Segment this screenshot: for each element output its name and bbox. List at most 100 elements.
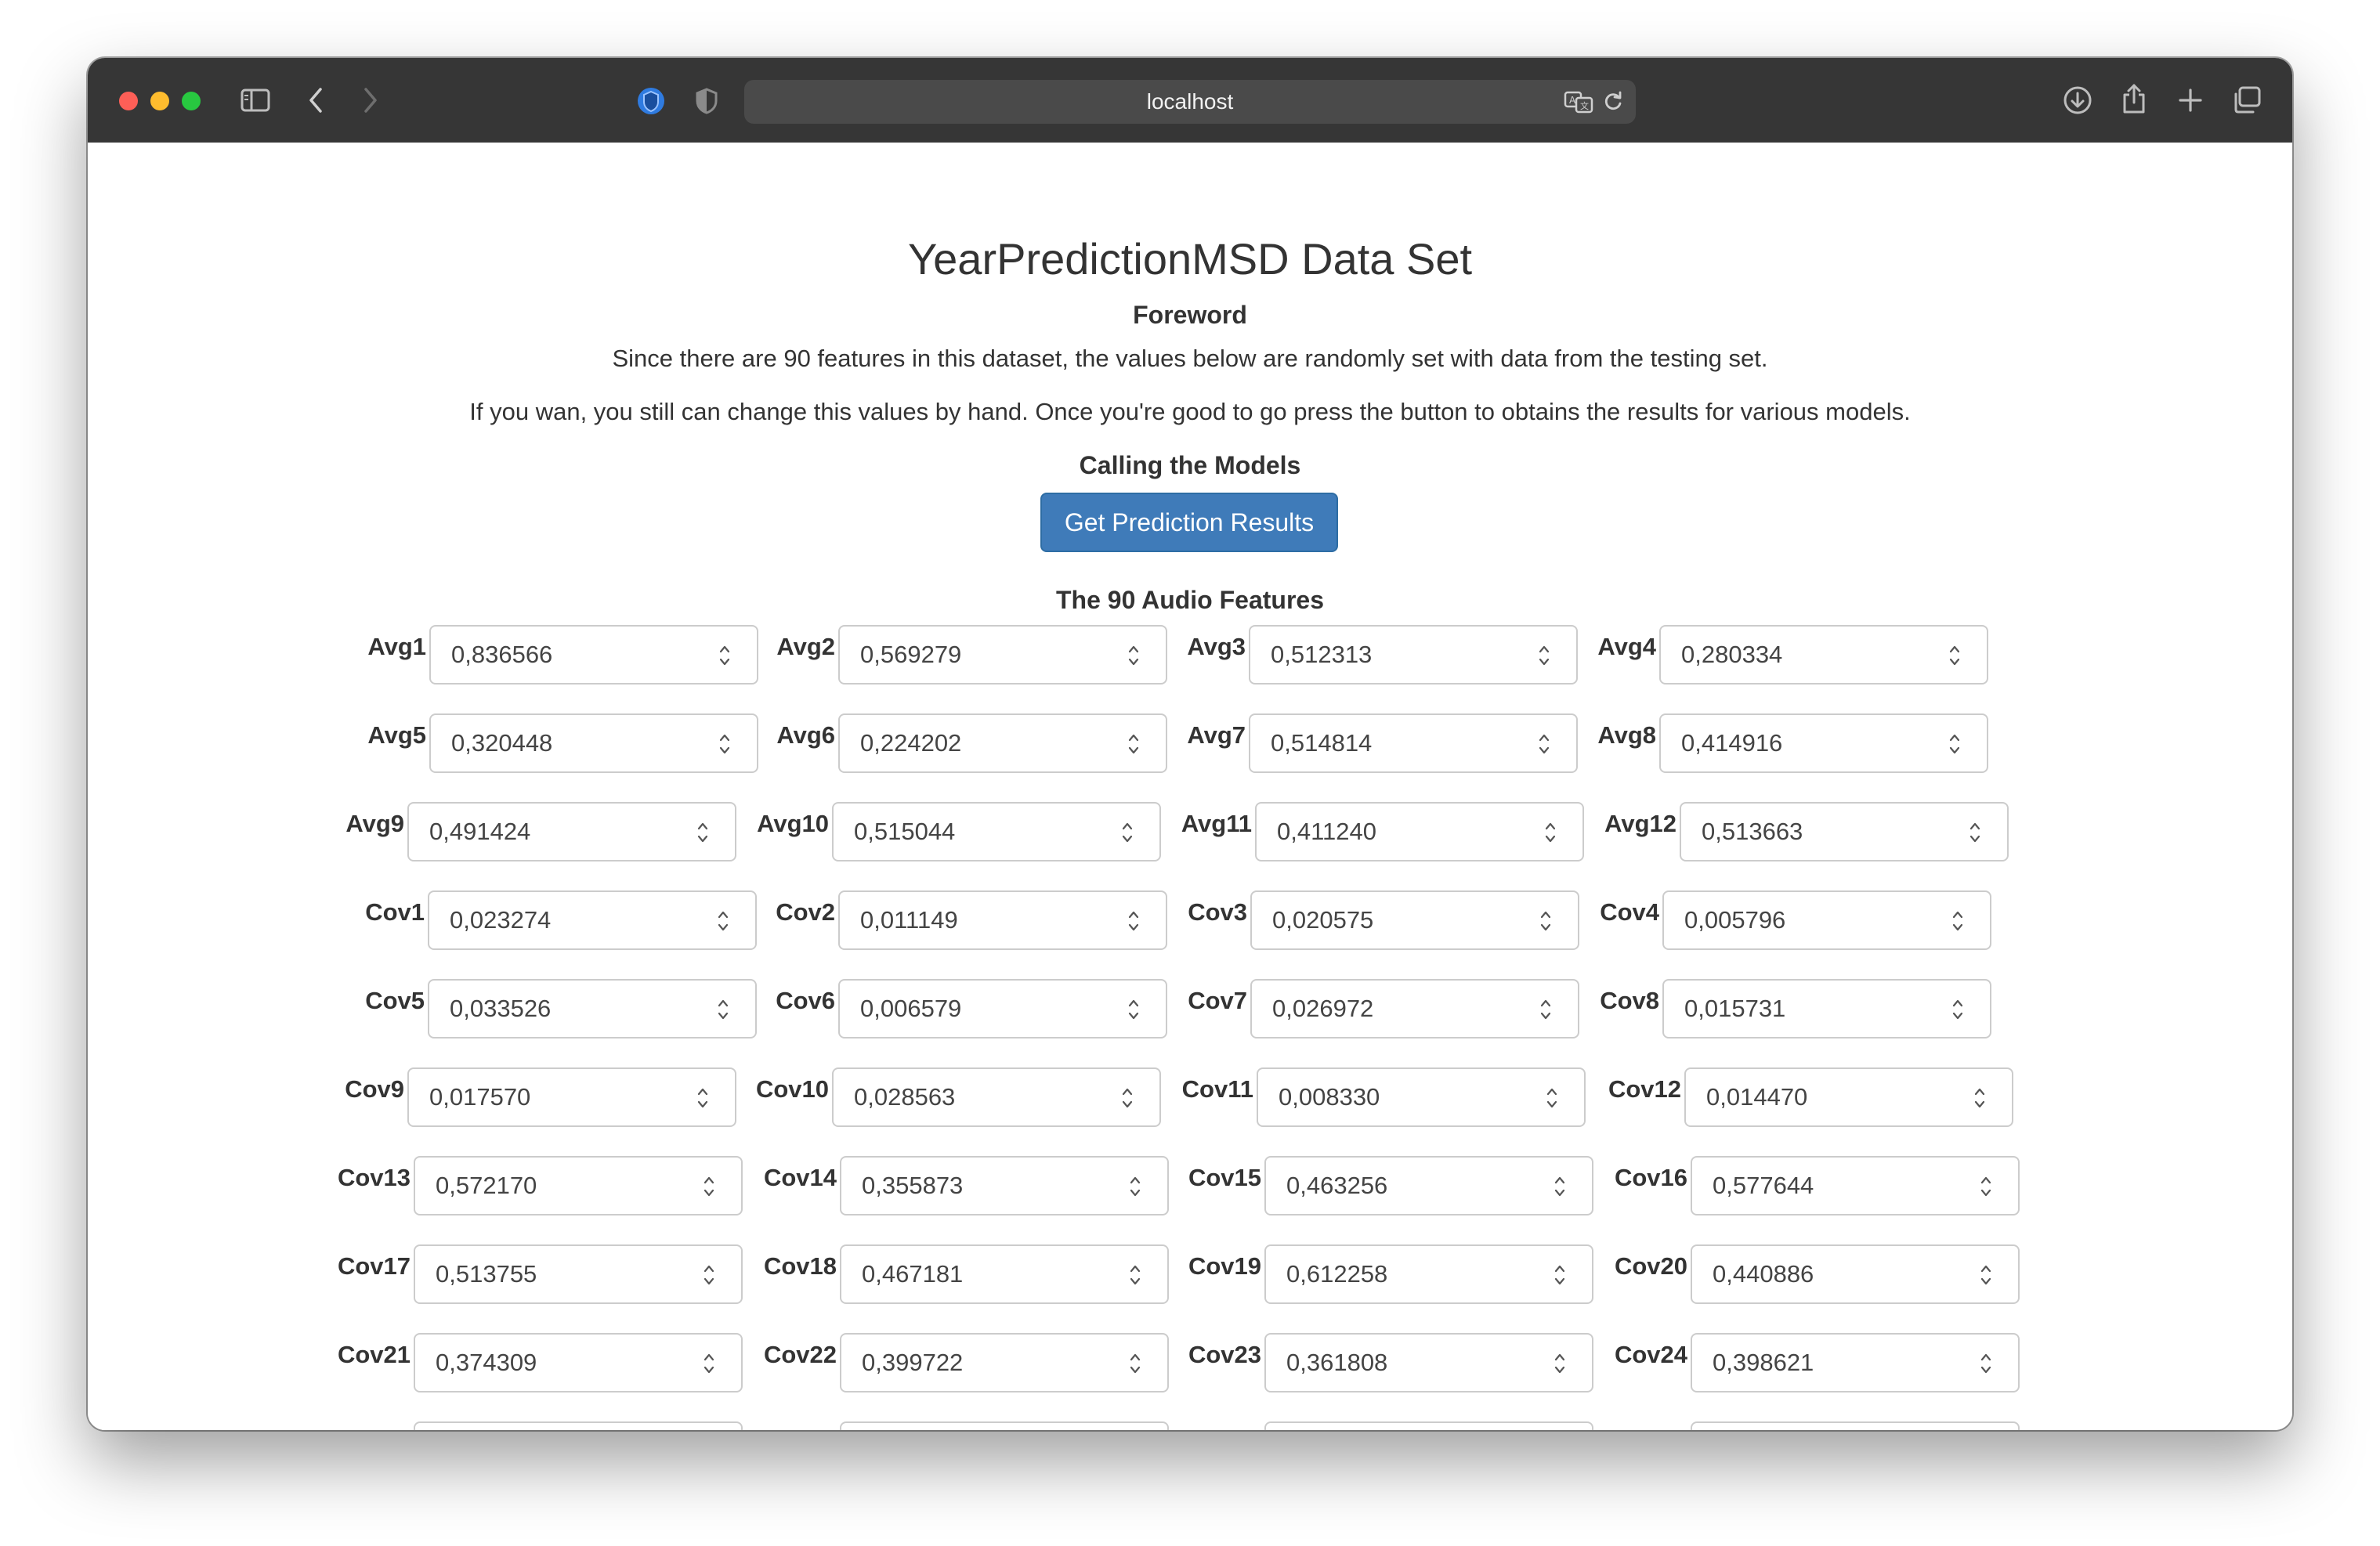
feature-input[interactable]: 0,020575 [1250,890,1579,950]
reload-icon[interactable] [1601,89,1625,114]
stepper-arrows-icon[interactable] [1980,1173,1991,1200]
stepper-arrows-icon[interactable] [1554,1350,1565,1377]
stepper-arrows-icon[interactable] [1949,731,1960,757]
translate-icon[interactable]: A文 [1564,89,1595,114]
feature-input[interactable]: 0,011149 [838,890,1167,950]
stepper-arrows-icon[interactable] [697,1085,708,1111]
feature-input[interactable]: 0,411240 [1255,802,1584,861]
forward-icon[interactable] [359,86,382,114]
feature-input[interactable]: 0,491424 [407,802,736,861]
feature-input[interactable]: 0,028563 [832,1067,1161,1127]
stepper-arrows-icon[interactable] [1128,731,1139,757]
feature-input[interactable]: 0,836566 [429,625,758,685]
stepper-arrows-icon[interactable] [718,908,729,934]
page-content: YearPredictionMSD Data Set Foreword Sinc… [88,143,2292,1430]
feature-input[interactable]: 0,026972 [1250,979,1579,1038]
feature-input[interactable]: 0,513755 [414,1244,743,1304]
stepper-arrows-icon[interactable] [704,1173,714,1200]
feature-input[interactable]: 0,612258 [1264,1244,1593,1304]
feature-input[interactable]: 0,616031 [1264,1421,1593,1430]
feature-input[interactable]: 0,572170 [414,1156,743,1215]
stepper-arrows-icon[interactable] [1122,1085,1133,1111]
feature-label: Cov28 [1615,1429,1687,1430]
feature-input[interactable]: 0,515044 [832,802,1161,861]
feature-input[interactable]: 0,280334 [1659,625,1988,685]
extension-shield-icon[interactable] [635,85,667,117]
feature-input[interactable]: 0,033526 [428,979,757,1038]
back-icon[interactable] [304,86,327,114]
feature-input[interactable]: 0,023274 [428,890,757,950]
close-window-button[interactable] [119,92,138,110]
stepper-arrows-icon[interactable] [1539,642,1550,669]
feature-input[interactable]: 0,017570 [407,1067,736,1127]
stepper-arrows-icon[interactable] [1949,642,1960,669]
stepper-arrows-icon[interactable] [1122,819,1133,846]
stepper-arrows-icon[interactable] [1128,996,1139,1023]
feature-value: 0,513755 [436,1260,537,1288]
stepper-arrows-icon[interactable] [1974,1085,1985,1111]
feature-input[interactable]: 0,224202 [838,713,1167,773]
feature-input[interactable]: 0,014470 [1684,1067,2013,1127]
feature-input[interactable]: 0,006579 [838,979,1167,1038]
stepper-arrows-icon[interactable] [1545,819,1556,846]
feature-input[interactable]: 0,015731 [1662,979,1991,1038]
get-prediction-results-button[interactable]: Get Prediction Results [1040,493,1338,552]
stepper-arrows-icon[interactable] [1980,1262,1991,1288]
stepper-arrows-icon[interactable] [1130,1350,1141,1377]
minimize-window-button[interactable] [150,92,169,110]
feature-input[interactable]: 0,463256 [1264,1156,1593,1215]
feature-input[interactable]: 0,513663 [1680,802,2009,861]
stepper-arrows-icon[interactable] [704,1262,714,1288]
feature-input[interactable]: 0,467181 [840,1244,1169,1304]
stepper-arrows-icon[interactable] [1540,996,1551,1023]
foreword-heading: Foreword [1133,301,1247,329]
stepper-arrows-icon[interactable] [1128,642,1139,669]
feature-input[interactable]: 0,005796 [1662,890,1991,950]
stepper-arrows-icon[interactable] [1130,1262,1141,1288]
feature-input[interactable]: 0,575039 [840,1421,1169,1430]
feature-label: Avg10 [757,810,829,837]
sidebar-toggle-icon[interactable] [240,86,271,114]
stepper-arrows-icon[interactable] [1952,908,1963,934]
stepper-arrows-icon[interactable] [1554,1262,1565,1288]
stepper-arrows-icon[interactable] [719,731,730,757]
feature-input[interactable]: 0,577644 [1691,1156,2020,1215]
feature-label: Cov17 [337,1252,411,1280]
stepper-arrows-icon[interactable] [704,1350,714,1377]
privacy-shield-icon[interactable] [693,86,721,116]
feature-input[interactable]: 0,008330 [1257,1067,1586,1127]
downloads-icon[interactable] [2062,85,2093,116]
feature-input[interactable]: 0,374652 [414,1421,743,1430]
feature-input[interactable]: 0,399722 [840,1333,1169,1392]
stepper-arrows-icon[interactable] [1980,1350,1991,1377]
feature-input[interactable]: 0,398621 [1691,1333,2020,1392]
stepper-arrows-icon[interactable] [1130,1173,1141,1200]
feature-input[interactable]: 0,440886 [1691,1244,2020,1304]
stepper-arrows-icon[interactable] [1128,908,1139,934]
feature-input[interactable]: 0,361808 [1264,1333,1593,1392]
stepper-arrows-icon[interactable] [718,996,729,1023]
feature-input[interactable]: 0,320448 [429,713,758,773]
stepper-arrows-icon[interactable] [719,642,730,669]
stepper-arrows-icon[interactable] [697,819,708,846]
feature-input[interactable]: 0,512313 [1249,625,1578,685]
feature-input[interactable]: 0,486667 [1691,1421,2020,1430]
stepper-arrows-icon[interactable] [1539,731,1550,757]
feature-input[interactable]: 0,374309 [414,1333,743,1392]
feature-value: 0,572170 [436,1172,537,1199]
new-tab-icon[interactable] [2176,85,2205,116]
feature-value: 0,224202 [860,729,962,757]
tab-overview-icon[interactable] [2231,85,2262,116]
feature-input[interactable]: 0,414916 [1659,713,1988,773]
stepper-arrows-icon[interactable] [1554,1173,1565,1200]
stepper-arrows-icon[interactable] [1969,819,1980,846]
feature-input[interactable]: 0,514814 [1249,713,1578,773]
zoom-window-button[interactable] [182,92,201,110]
stepper-arrows-icon[interactable] [1952,996,1963,1023]
address-bar[interactable]: localhost A文 [744,80,1636,124]
stepper-arrows-icon[interactable] [1540,908,1551,934]
feature-input[interactable]: 0,355873 [840,1156,1169,1215]
stepper-arrows-icon[interactable] [1546,1085,1557,1111]
share-icon[interactable] [2120,81,2148,116]
feature-input[interactable]: 0,569279 [838,625,1167,685]
